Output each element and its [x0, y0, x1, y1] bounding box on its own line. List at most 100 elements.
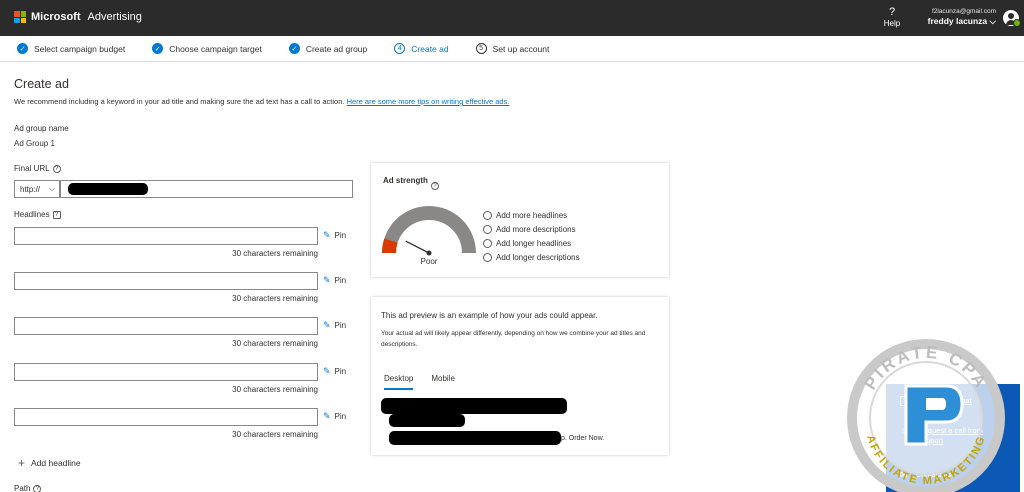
- pin-icon: ✎: [323, 366, 331, 376]
- microsoft-logo-icon: [14, 11, 26, 23]
- help-button[interactable]: ? Help: [881, 7, 903, 29]
- redacted-ad-title: [381, 398, 567, 414]
- request-call-item[interactable]: ☺ Request a call from support: [900, 426, 1004, 446]
- check-circle-icon: ✓: [152, 43, 164, 54]
- pin-icon: ✎: [323, 411, 331, 421]
- help-icon: ?: [888, 6, 896, 18]
- chevron-down-icon: ⌵: [48, 184, 55, 193]
- pin-button[interactable]: ✎ Pin: [323, 275, 346, 286]
- pin-label: Pin: [334, 412, 347, 421]
- ad-group-label: Ad group name: [14, 124, 69, 133]
- pin-label: Pin: [334, 231, 347, 240]
- pin-icon: ✎: [323, 320, 331, 330]
- headline-input[interactable]: [14, 363, 318, 381]
- pin-icon: ✎: [323, 230, 331, 240]
- step-3[interactable]: ✓ Create ad group: [288, 43, 368, 54]
- step-4[interactable]: 4 Create ad: [394, 43, 449, 54]
- suggestion-item[interactable]: Add more descriptions: [483, 222, 580, 236]
- preview-heading: This ad preview is an example of how you…: [381, 311, 598, 320]
- page-title: Create ad: [14, 77, 69, 91]
- support-panel: Start a live chat ☺ Request a call from …: [886, 384, 1020, 492]
- suggestion-label: Add more headlines: [496, 210, 568, 220]
- headline-input[interactable]: [14, 272, 318, 290]
- characters-remaining: 30 characters remaining: [232, 249, 318, 258]
- radio-icon: [483, 238, 492, 248]
- chat-icon: [900, 396, 912, 406]
- preview-order-text: p. Order Now.: [561, 435, 605, 442]
- gauge-needle: [405, 240, 430, 254]
- path-label: Path?: [14, 484, 42, 492]
- characters-remaining: 30 characters remaining: [232, 339, 318, 348]
- ad-preview-card: This ad preview is an example of how you…: [371, 297, 669, 455]
- headline-input[interactable]: [14, 227, 318, 245]
- step-5[interactable]: 5 Set up account: [475, 43, 550, 54]
- preview-note: Your actual ad will likely appear differ…: [381, 330, 646, 348]
- tab-mobile[interactable]: Mobile: [431, 374, 455, 390]
- step-number-icon: 5: [475, 43, 487, 54]
- headline-input[interactable]: [14, 317, 318, 335]
- brand-product: Advertising: [87, 11, 142, 23]
- pin-button[interactable]: ✎ Pin: [323, 320, 346, 331]
- account-menu[interactable]: f2lacunza@gmail.com freddy lacunza ⌵: [924, 8, 996, 27]
- pin-icon: ✎: [323, 275, 331, 285]
- pin-button[interactable]: ✎ Pin: [323, 230, 346, 241]
- info-icon[interactable]: ?: [431, 182, 439, 190]
- characters-remaining: 30 characters remaining: [232, 294, 318, 303]
- mail-icon: ✉: [900, 470, 908, 480]
- avatar[interactable]: [1003, 10, 1021, 27]
- radio-icon: [483, 210, 492, 220]
- step-label: Set up account: [492, 43, 550, 54]
- progress-steps: ✓ Select campaign budget ✓ Choose campaign …: [0, 36, 1024, 62]
- brand[interactable]: Microsoft Advertising: [14, 11, 142, 23]
- request-call-link[interactable]: Request a call from support: [918, 426, 1004, 446]
- pin-button[interactable]: ✎ Pin: [323, 366, 346, 377]
- tab-desktop[interactable]: Desktop: [384, 374, 414, 390]
- account-name: freddy lacunza ⌵: [927, 16, 996, 26]
- step-1[interactable]: ✓ Select campaign budget: [17, 43, 125, 54]
- suggestion-item[interactable]: Add longer headlines: [483, 236, 580, 250]
- tips-link[interactable]: Here are some more tips on writing effec…: [347, 97, 510, 106]
- url-protocol-select[interactable]: http:// ⌵: [14, 180, 60, 198]
- gauge-rating: Poor: [421, 257, 438, 266]
- gauge-fill: [382, 238, 398, 254]
- person-icon: ☺: [900, 426, 911, 437]
- add-headline-button[interactable]: + Add headline: [18, 456, 81, 470]
- suggestion-label: Add longer headlines: [496, 238, 572, 248]
- step-label: Create ad: [411, 43, 449, 54]
- ad-strength-title: Ad strength: [383, 176, 428, 185]
- brand-name: Microsoft: [31, 11, 81, 23]
- info-icon[interactable]: ?: [33, 485, 42, 492]
- radio-icon: [483, 252, 492, 262]
- check-circle-icon: ✓: [17, 43, 28, 54]
- contact-us-item[interactable]: ✉ Contact us: [900, 470, 951, 481]
- check-circle-icon: ✓: [288, 43, 300, 54]
- final-url-label: Final URL?: [14, 164, 61, 173]
- page-intro: We recommend including a keyword in your…: [14, 97, 510, 106]
- pin-button[interactable]: ✎ Pin: [323, 411, 346, 422]
- step-label: Choose campaign target: [169, 43, 262, 54]
- contact-us-link[interactable]: Contact us: [916, 470, 952, 479]
- step-2[interactable]: ✓ Choose campaign target: [152, 43, 262, 54]
- redacted-ad-url: [389, 414, 465, 427]
- add-headline-label: Add headline: [31, 458, 81, 468]
- url-protocol-value: http://: [20, 185, 41, 194]
- suggestion-label: Add more descriptions: [496, 224, 576, 234]
- info-icon[interactable]: ?: [52, 165, 61, 173]
- info-icon[interactable]: ?: [52, 211, 61, 219]
- gauge-track: [382, 206, 476, 254]
- step-label: Create ad group: [305, 43, 368, 54]
- step-label: Select campaign budget: [34, 43, 126, 54]
- step-number-icon: 4: [394, 43, 406, 54]
- suggestion-item[interactable]: Add longer descriptions: [483, 250, 580, 264]
- headline-input[interactable]: [14, 408, 318, 426]
- pin-label: Pin: [334, 367, 347, 376]
- suggestion-item[interactable]: Add more headlines: [483, 208, 580, 222]
- chevron-down-icon: ⌵: [989, 16, 996, 26]
- redacted-url: [68, 183, 148, 195]
- gauge-hub: [426, 250, 432, 256]
- suggestion-label: Add longer descriptions: [496, 252, 580, 262]
- live-chat-link[interactable]: Start a live chat: [920, 396, 972, 406]
- live-chat-item[interactable]: Start a live chat: [900, 396, 972, 406]
- preview-tabs: Desktop Mobile: [384, 374, 455, 390]
- ad-strength-card: Ad strength ? Poor Add more headlines Add…: [371, 163, 669, 277]
